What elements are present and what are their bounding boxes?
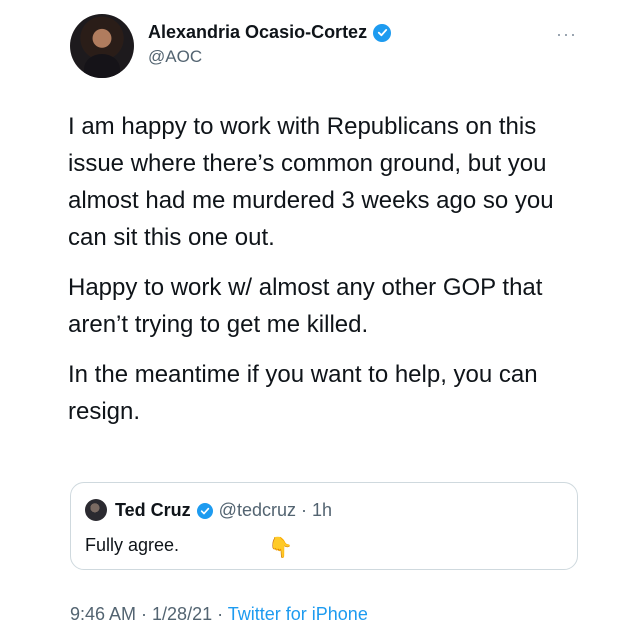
author-name[interactable]: Alexandria Ocasio-Cortez	[148, 22, 367, 43]
tweet-source-link[interactable]: Twitter for iPhone	[228, 604, 368, 624]
quoted-tweet-text: Fully agree.	[85, 535, 180, 555]
author-handle[interactable]: @AOC	[148, 47, 202, 67]
author-avatar[interactable]	[70, 14, 134, 78]
pointing-down-emoji-icon: 👇	[268, 537, 293, 559]
tweet-timestamp[interactable]: 9:46 AM · 1/28/21 ·	[70, 604, 228, 624]
verified-badge-icon	[373, 23, 392, 42]
quoted-author-avatar	[85, 499, 107, 521]
tweet-paragraph: I am happy to work with Republicans on t…	[68, 113, 554, 251]
quoted-author-name: Ted Cruz	[115, 500, 191, 520]
more-options-icon[interactable]: ···	[556, 24, 577, 45]
quoted-author-row: Ted Cruz @tedcruz · 1h	[115, 500, 332, 521]
quoted-tweet-card[interactable]: Ted Cruz @tedcruz · 1h Fully agree. 👇	[70, 482, 578, 570]
tweet-paragraph: In the meantime if you want to help, you…	[68, 361, 538, 425]
tweet-text: I am happy to work with Republicans on t…	[68, 108, 588, 443]
author-name-row: Alexandria Ocasio-Cortez	[148, 22, 392, 43]
quoted-handle-time: @tedcruz · 1h	[218, 500, 332, 520]
tweet-footer: 9:46 AM · 1/28/21 · Twitter for iPhone	[70, 604, 368, 625]
tweet-paragraph: Happy to work w/ almost any other GOP th…	[68, 274, 543, 338]
quoted-verified-badge-icon	[196, 502, 213, 519]
